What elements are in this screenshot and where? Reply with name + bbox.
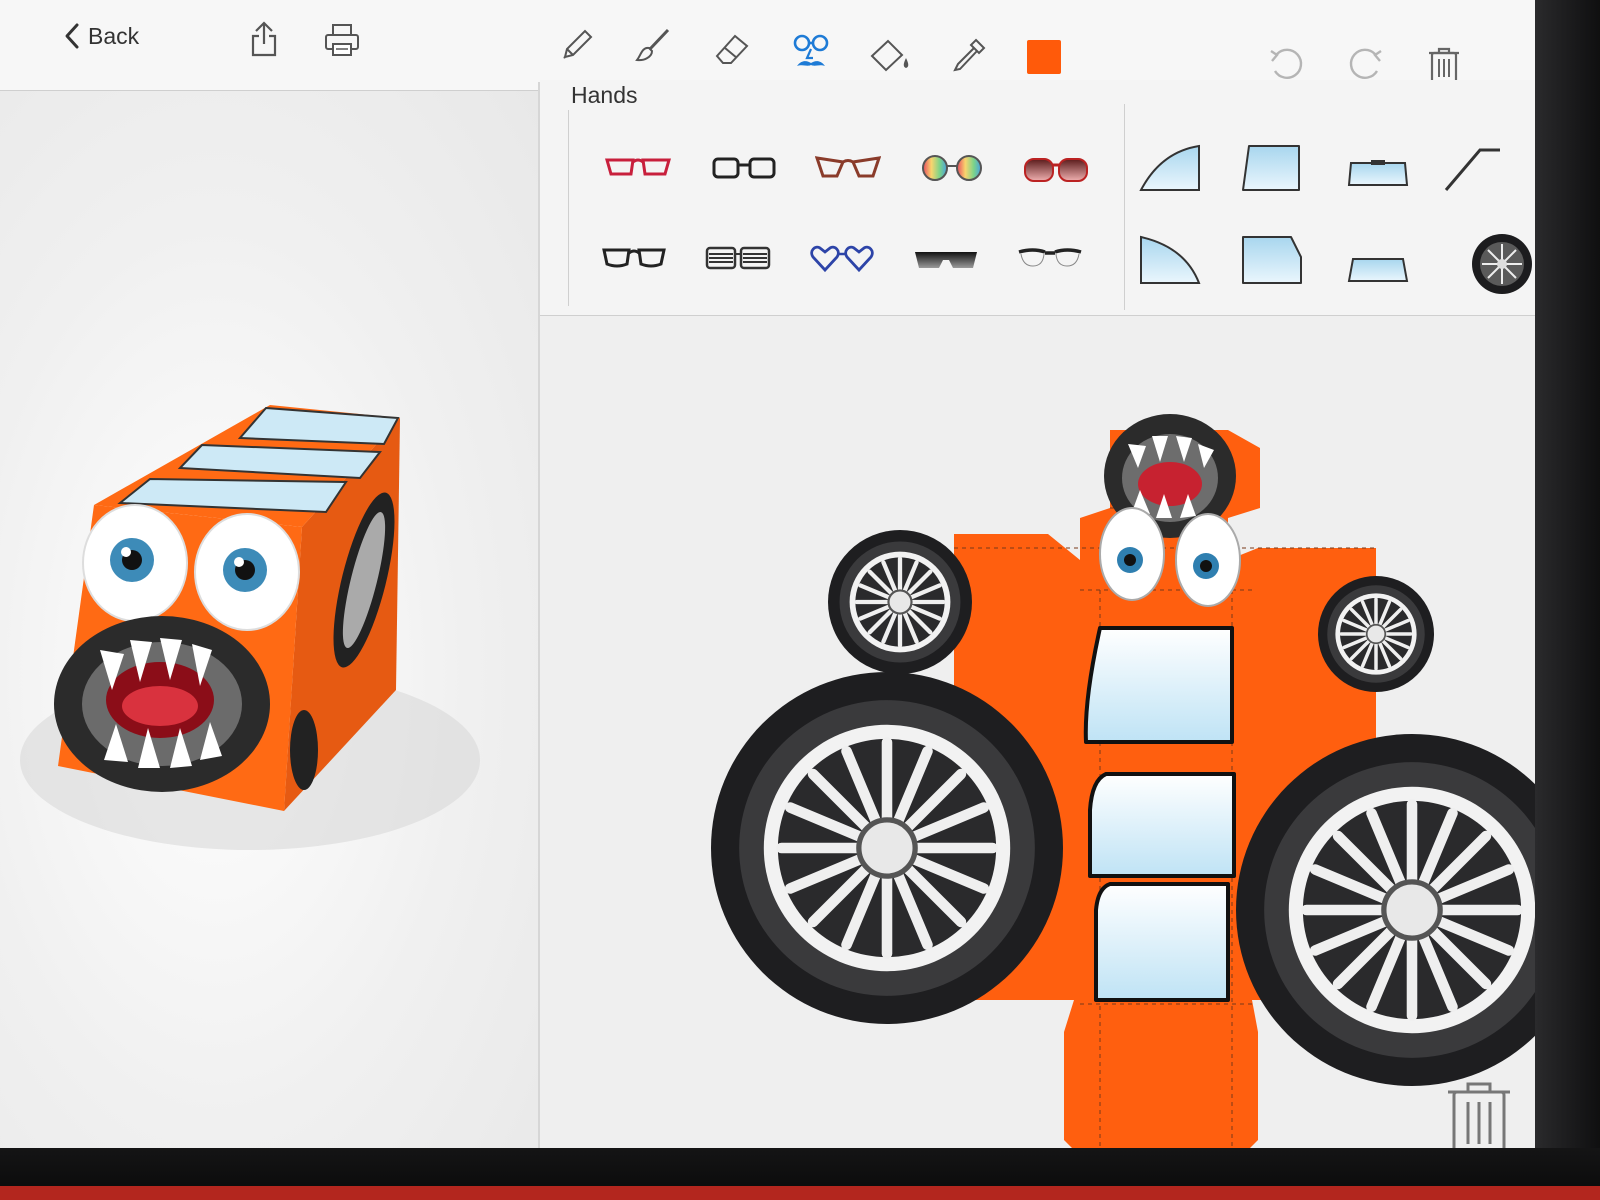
app-screen: Back Hands [0, 0, 1535, 1148]
back-button[interactable]: Back [64, 16, 147, 56]
sticker-side-window[interactable] [1232, 138, 1312, 198]
back-label: Back [88, 22, 140, 49]
side-window-2-icon [1242, 236, 1302, 284]
eyedropper-icon [953, 38, 986, 72]
color-swatch[interactable] [1027, 40, 1061, 74]
paint-bucket-icon [870, 39, 909, 72]
sticker-front-window-left[interactable] [1130, 138, 1210, 198]
device-bezel-right [1535, 0, 1600, 1200]
3d-car-box-model[interactable] [0, 91, 540, 1148]
sticker-black-rectangle-glasses[interactable] [704, 138, 784, 198]
wiper-icon [1444, 148, 1500, 191]
sticker-browline-glasses[interactable] [1010, 228, 1090, 288]
stickers-section-divider [1124, 104, 1125, 310]
sticker-brown-cat-eye-glasses[interactable] [808, 138, 888, 198]
share-icon [251, 21, 277, 57]
red-surface [0, 1186, 1600, 1200]
toolbar: Back [0, 0, 1535, 91]
share-button[interactable] [246, 18, 282, 60]
3d-preview[interactable] [0, 91, 540, 1148]
black-frame-glasses-icon [602, 248, 666, 268]
eraser-tool-button[interactable] [712, 28, 752, 68]
sticker-side-window-2[interactable] [1232, 230, 1312, 290]
sticker-wheel[interactable] [1470, 232, 1534, 296]
printer-icon [325, 24, 359, 56]
canvas-trash-button[interactable] [1440, 1080, 1518, 1148]
eraser-icon [715, 34, 749, 64]
print-button[interactable] [322, 20, 362, 60]
stickers-left-divider [568, 110, 569, 306]
brush-tool-button[interactable] [632, 26, 672, 66]
chevron-left-icon [65, 23, 79, 49]
side-window-icon [1242, 145, 1300, 191]
stickers-category-title: Hands [571, 82, 638, 108]
black-shield-sunglasses-icon [915, 252, 977, 268]
brown-cat-eye-glasses-icon [815, 156, 881, 178]
rear-window-2-icon [1347, 258, 1409, 282]
undo-icon [1270, 48, 1303, 79]
front-window-left-icon [1139, 144, 1200, 191]
shutter-shades-glasses-icon [705, 246, 771, 270]
papercraft-template[interactable] [540, 316, 1535, 1148]
redo-icon [1349, 48, 1382, 79]
trash-icon [1448, 1082, 1510, 1148]
front-window-right-icon [1140, 235, 1201, 284]
red-cat-eye-glasses-icon [605, 158, 671, 176]
redo-button[interactable] [1346, 44, 1386, 84]
sticker-shutter-shades-glasses[interactable] [698, 228, 778, 288]
sticker-rainbow-round-glasses[interactable] [912, 138, 992, 198]
wheel-icon [1472, 234, 1532, 294]
sticker-rear-window-2[interactable] [1338, 240, 1418, 300]
sticker-wiper[interactable] [1440, 138, 1500, 198]
red-gradient-sunglasses-icon [1024, 158, 1088, 182]
blue-heart-glasses-icon [810, 245, 874, 273]
sticker-black-shield-sunglasses[interactable] [906, 230, 986, 290]
sticker-rear-window[interactable] [1338, 144, 1418, 204]
sticker-front-window-right[interactable] [1130, 230, 1210, 290]
sticker-black-frame-glasses[interactable] [594, 228, 674, 288]
browline-glasses-icon [1018, 248, 1082, 267]
sticker-blue-heart-glasses[interactable] [802, 228, 882, 288]
papercraft-canvas[interactable] [540, 316, 1535, 1148]
rear-window-icon [1347, 160, 1409, 186]
brush-icon [635, 28, 670, 62]
undo-button[interactable] [1266, 44, 1306, 84]
fill-tool-button[interactable] [868, 38, 912, 74]
sticker-red-gradient-sunglasses[interactable] [1016, 140, 1096, 200]
pencil-icon [563, 29, 593, 59]
eyedropper-tool-button[interactable] [950, 36, 988, 74]
pencil-tool-button[interactable] [556, 26, 596, 66]
glasses-mustache-icon [793, 34, 829, 66]
sticker-red-cat-eye-glasses[interactable] [598, 138, 678, 198]
stickers-tool-button[interactable] [790, 30, 832, 74]
stickers-panel: Hands [540, 80, 1535, 316]
black-rectangle-glasses-icon [712, 157, 776, 179]
rainbow-round-glasses-icon [922, 155, 982, 181]
